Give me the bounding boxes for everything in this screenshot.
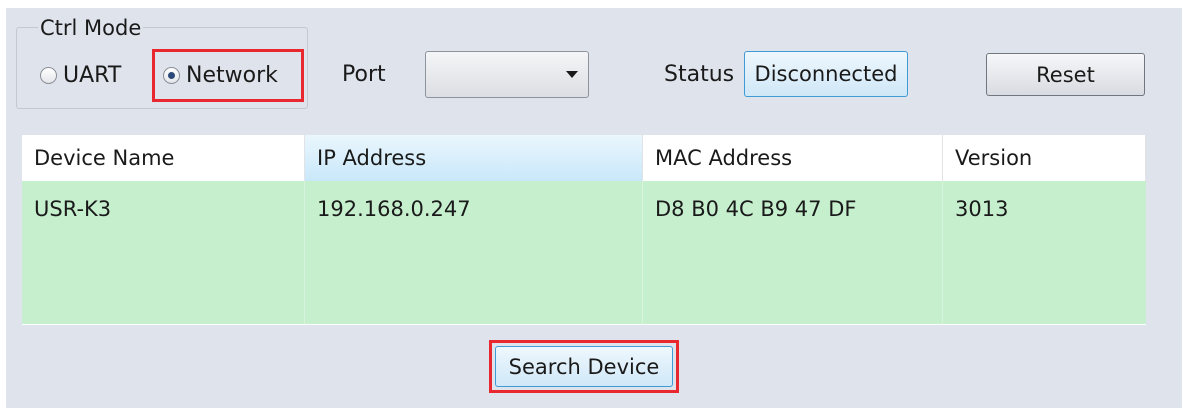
network-radio[interactable]: Network (163, 63, 278, 88)
reset-button[interactable]: Reset (986, 53, 1145, 96)
device-table: Device Name IP Address MAC Address Versi… (22, 135, 1146, 325)
network-radio-label: Network (186, 63, 278, 88)
port-select[interactable] (425, 51, 589, 98)
column-header-device-name[interactable]: Device Name (22, 135, 305, 181)
cell-mac-address: D8 B0 4C B9 47 DF (643, 181, 943, 324)
table-header: Device Name IP Address MAC Address Versi… (22, 135, 1146, 182)
cell-version: 3013 (955, 197, 1009, 221)
network-radio-icon (163, 67, 180, 84)
port-label: Port (342, 62, 386, 87)
cell-ip-address: 192.168.0.247 (305, 181, 643, 324)
column-header-mac-address[interactable]: MAC Address (643, 135, 943, 181)
uart-radio-label: UART (63, 63, 122, 88)
column-header-version[interactable]: Version (943, 135, 1146, 181)
uart-radio[interactable]: UART (40, 63, 121, 88)
chevron-down-icon (566, 71, 578, 78)
status-label: Status (664, 62, 735, 87)
ctrl-mode-legend: Ctrl Mode (38, 16, 144, 40)
cell-device-name: USR-K3 (22, 181, 305, 324)
uart-radio-icon (40, 67, 57, 84)
column-header-ip-address[interactable]: IP Address (305, 135, 643, 181)
search-device-button[interactable]: Search Device (495, 346, 673, 387)
table-row[interactable]: USR-K3 192.168.0.247 D8 B0 4C B9 47 DF 3… (22, 181, 1146, 324)
status-value: Disconnected (744, 51, 908, 97)
